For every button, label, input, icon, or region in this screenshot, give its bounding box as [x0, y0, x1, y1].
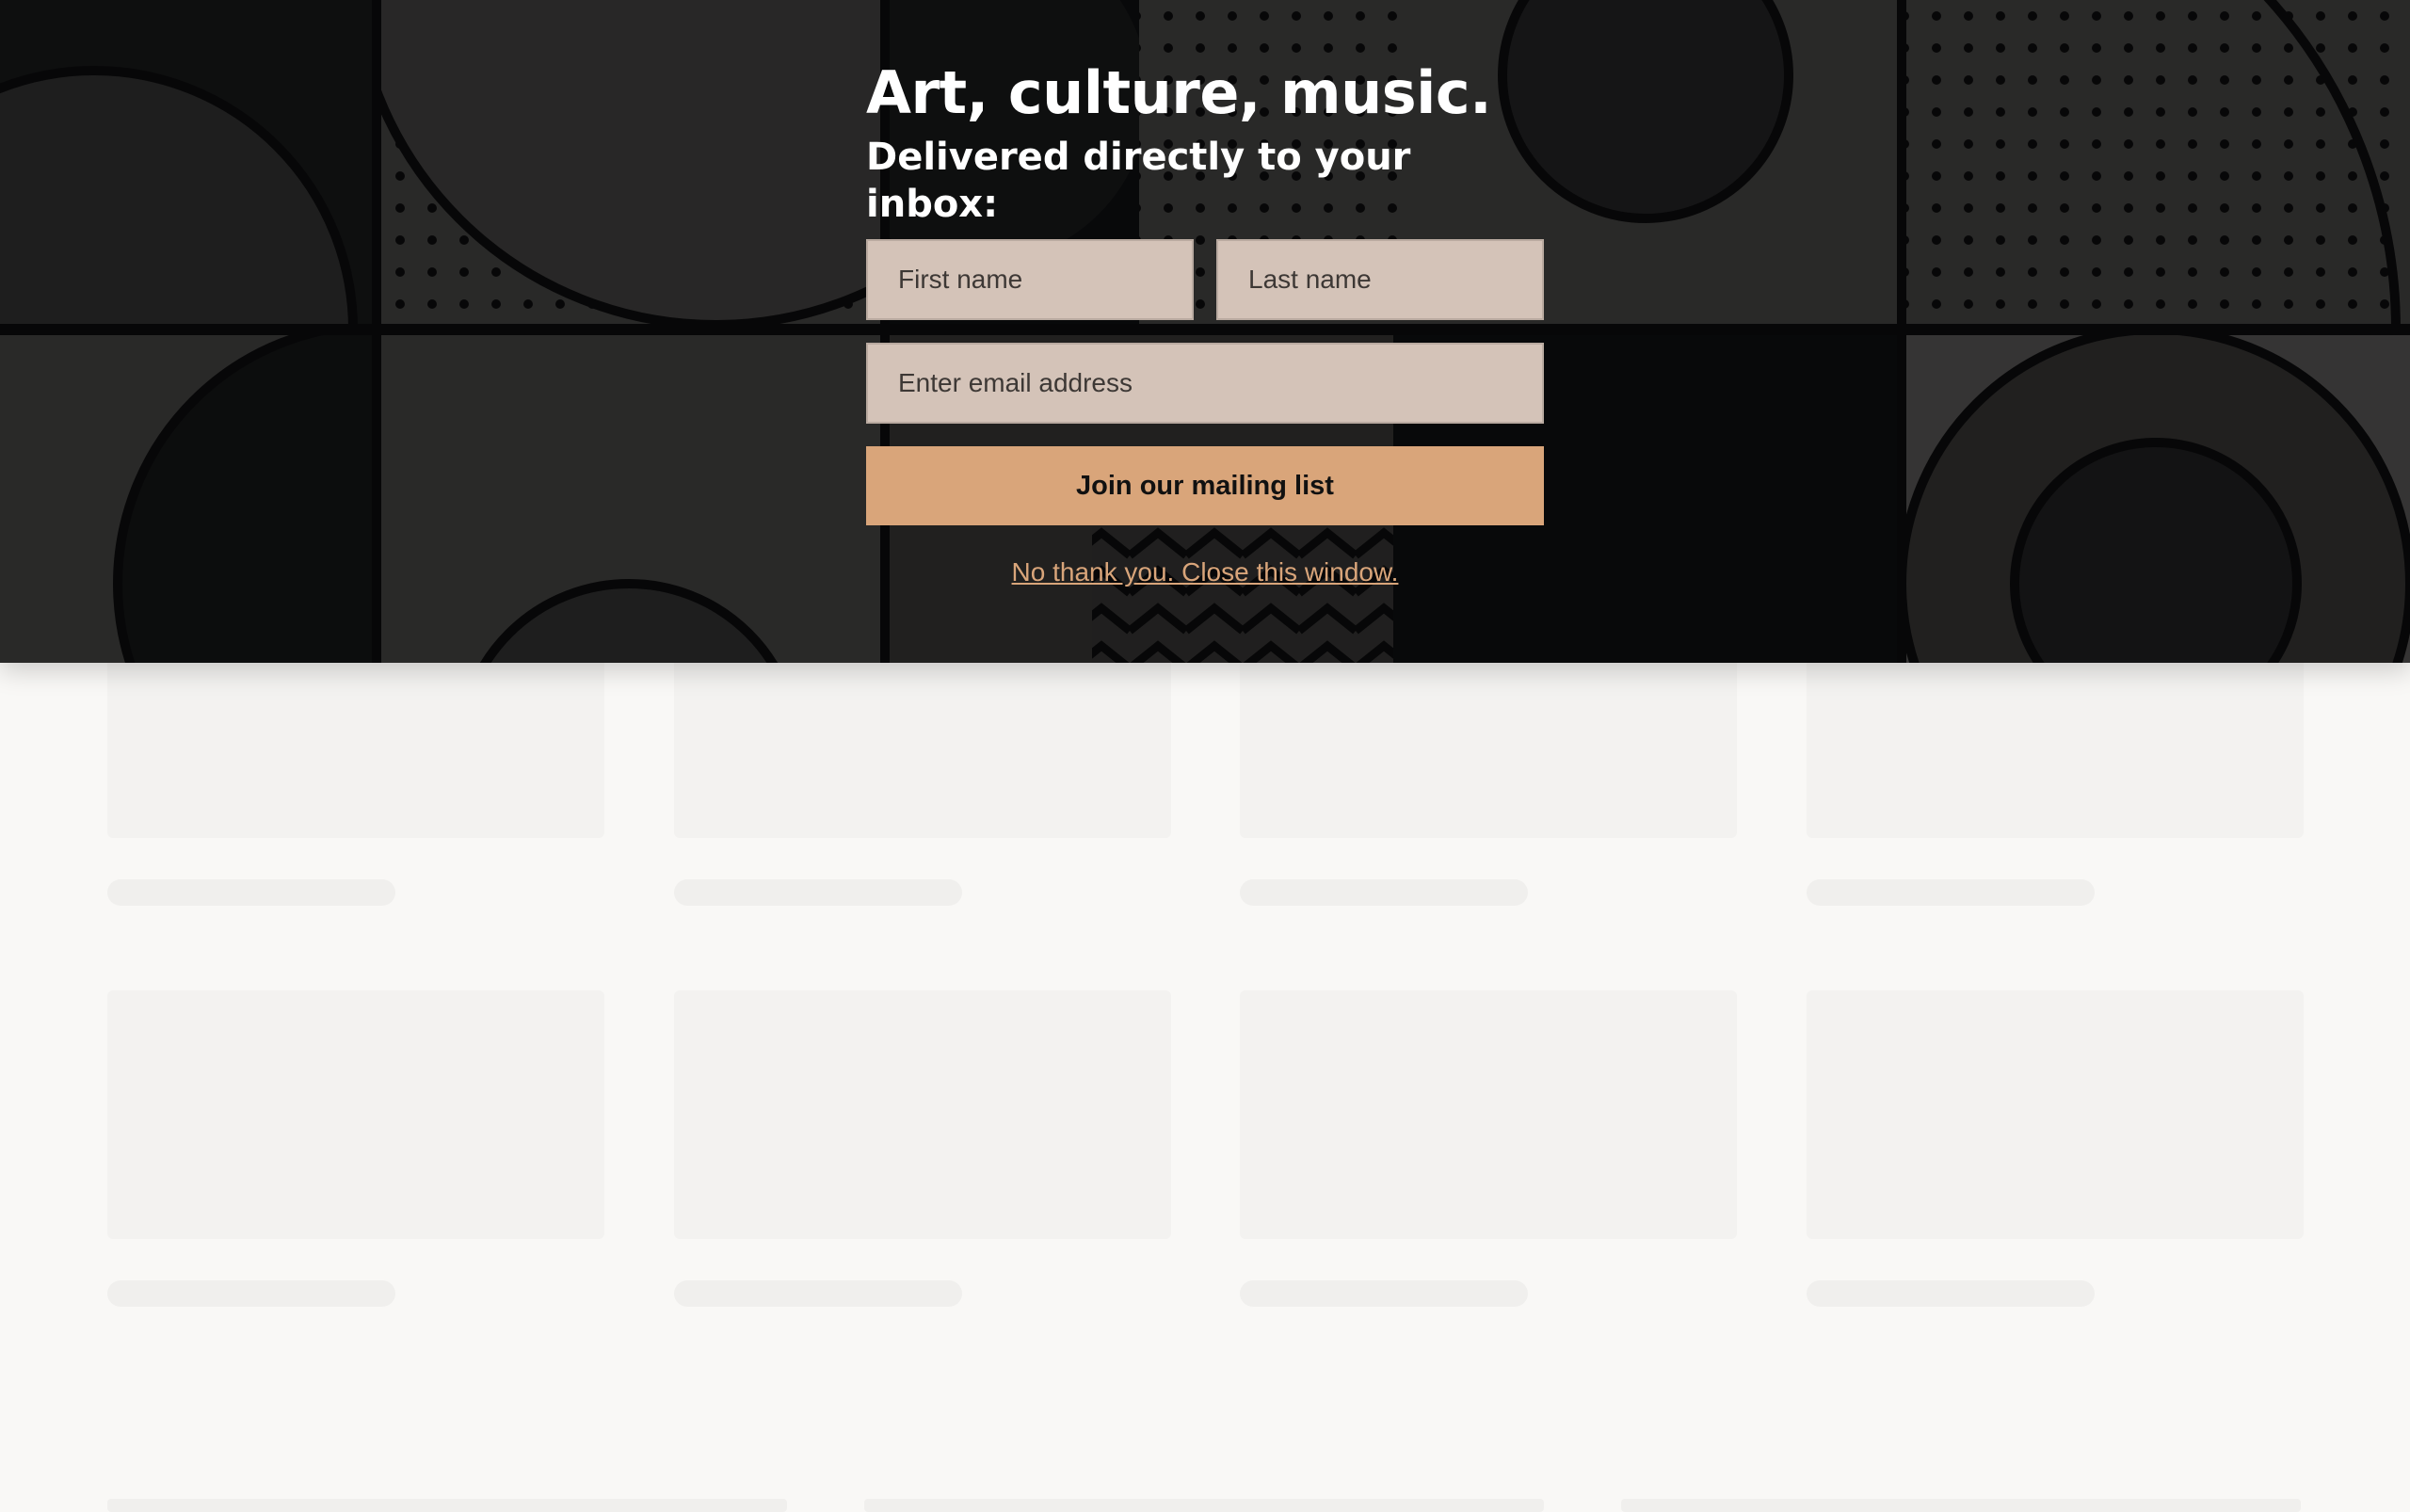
placeholder-caption: [1240, 1280, 1528, 1307]
placeholder-caption: [1807, 1280, 2095, 1307]
join-mailing-list-button[interactable]: Join our mailing list: [866, 446, 1544, 525]
placeholder-caption: [107, 1280, 395, 1307]
newsletter-subheadline: Delivered directly to your inbox:: [866, 135, 1411, 226]
placeholder-bar: [864, 1499, 1544, 1512]
first-name-field[interactable]: [866, 239, 1194, 320]
name-fields-row: [866, 239, 1544, 320]
placeholder-caption: [1240, 879, 1528, 906]
placeholder-caption: [1807, 879, 2095, 906]
newsletter-banner: Art, culture, music. Delivered directly …: [0, 0, 2410, 663]
placeholder-card: [674, 650, 1171, 838]
newsletter-headline: Art, culture, music.: [866, 58, 1492, 127]
close-window-link[interactable]: No thank you. Close this window.: [866, 557, 1544, 587]
placeholder-caption: [674, 879, 962, 906]
placeholder-card: [1240, 650, 1737, 838]
placeholder-card: [674, 990, 1171, 1239]
placeholder-card: [107, 650, 604, 838]
placeholder-card: [1807, 650, 2304, 838]
newsletter-signup-form: Art, culture, music. Delivered directly …: [866, 56, 1544, 587]
placeholder-card: [1807, 990, 2304, 1239]
placeholder-caption: [674, 1280, 962, 1307]
placeholder-card: [107, 990, 604, 1239]
placeholder-bar: [107, 1499, 787, 1512]
placeholder-card: [1240, 990, 1737, 1239]
last-name-field[interactable]: [1216, 239, 1544, 320]
placeholder-bar: [1621, 1499, 2301, 1512]
email-field[interactable]: [866, 343, 1544, 424]
placeholder-caption: [107, 879, 395, 906]
